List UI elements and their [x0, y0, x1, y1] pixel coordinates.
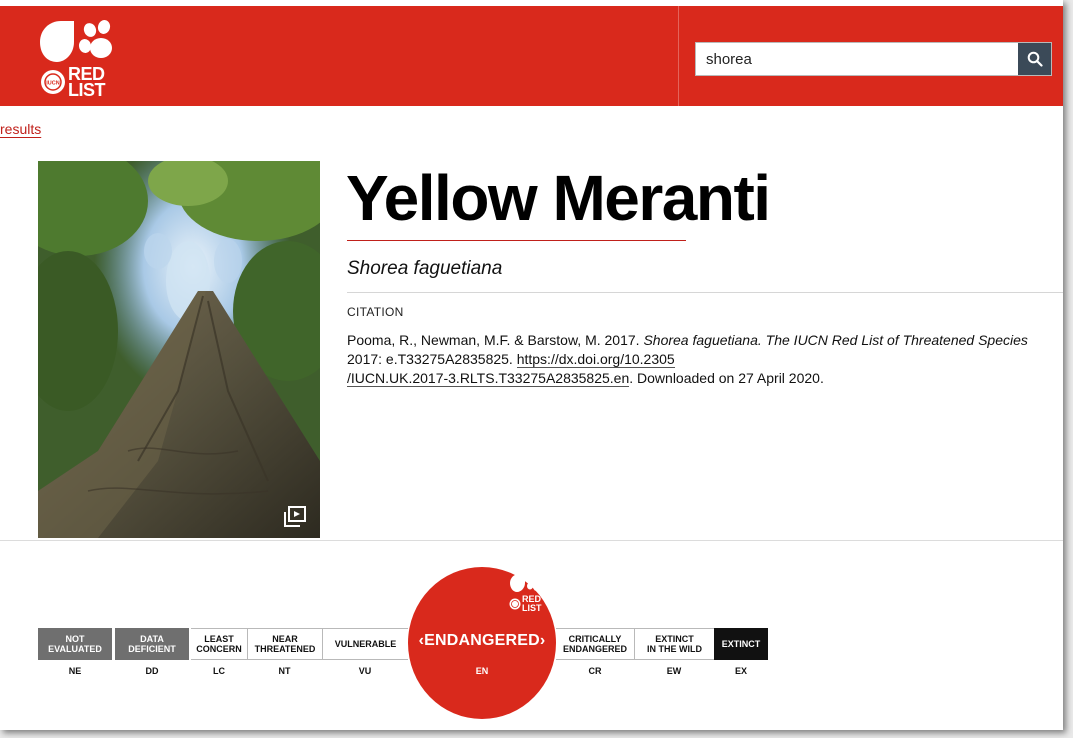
svg-text:IUCN: IUCN [46, 81, 59, 87]
species-common-name: Yellow Meranti [346, 162, 771, 234]
citation-authors: Pooma, R., Newman, M.F. & Barstow, M. 20… [347, 332, 644, 348]
breadcrumb-results-link[interactable]: results [0, 121, 41, 137]
svg-text:LIST: LIST [522, 603, 542, 613]
search-icon [1027, 51, 1043, 67]
citation-title: Shorea faguetiana. The IUCN Red List of … [643, 332, 1028, 348]
title-underline [347, 240, 686, 241]
category-ne[interactable]: NOT EVALUATED [38, 628, 112, 660]
category-en-label: ‹ENDANGERED› [418, 632, 546, 649]
code-ex: EX [734, 666, 747, 676]
category-nt[interactable]: NEAR THREATENED [247, 628, 322, 660]
search-box [695, 42, 1052, 76]
category-dd[interactable]: DATA DEFICIENT [115, 628, 189, 660]
category-cr[interactable]: CRITICALLY ENDANGERED [556, 628, 634, 660]
species-page: IUCN RED LIST results [0, 0, 1063, 730]
category-ew[interactable]: EXTINCT IN THE WILD [634, 628, 714, 660]
category-lc[interactable]: LEAST CONCERN [191, 628, 247, 660]
category-vu[interactable]: VULNERABLE [322, 628, 408, 660]
species-scientific-name: Shorea faguetiana [347, 258, 503, 279]
code-vu: VU [358, 666, 372, 676]
code-nt: NT [278, 666, 291, 676]
code-ne: NE [68, 666, 82, 676]
citation-downloaded: . Downloaded on 27 April 2020. [629, 370, 824, 386]
code-cr: CR [588, 666, 602, 676]
code-ew: EW [666, 666, 682, 676]
code-lc: LC [213, 666, 225, 676]
red-list-mini-logo: RED LIST [509, 573, 543, 613]
search-input[interactable] [696, 43, 1018, 75]
citation-label: CITATION [347, 305, 404, 319]
iucn-red-list-logo[interactable]: IUCN RED LIST [38, 18, 128, 98]
svg-text:LIST: LIST [68, 80, 106, 98]
code-dd: DD [145, 666, 159, 676]
species-photo[interactable] [38, 161, 320, 538]
site-header: IUCN RED LIST [0, 6, 1063, 106]
section-divider [347, 292, 1063, 293]
gallery-icon[interactable] [283, 506, 307, 528]
category-ex[interactable]: EXTINCT [714, 628, 768, 660]
search-button[interactable] [1018, 43, 1051, 75]
citation-text: Pooma, R., Newman, M.F. & Barstow, M. 20… [347, 331, 1037, 388]
section-divider-bottom [0, 540, 1063, 541]
citation-year-code: 2017: e.T33275A2835825. [347, 351, 517, 367]
header-divider [678, 6, 679, 106]
code-en: EN [475, 666, 489, 676]
